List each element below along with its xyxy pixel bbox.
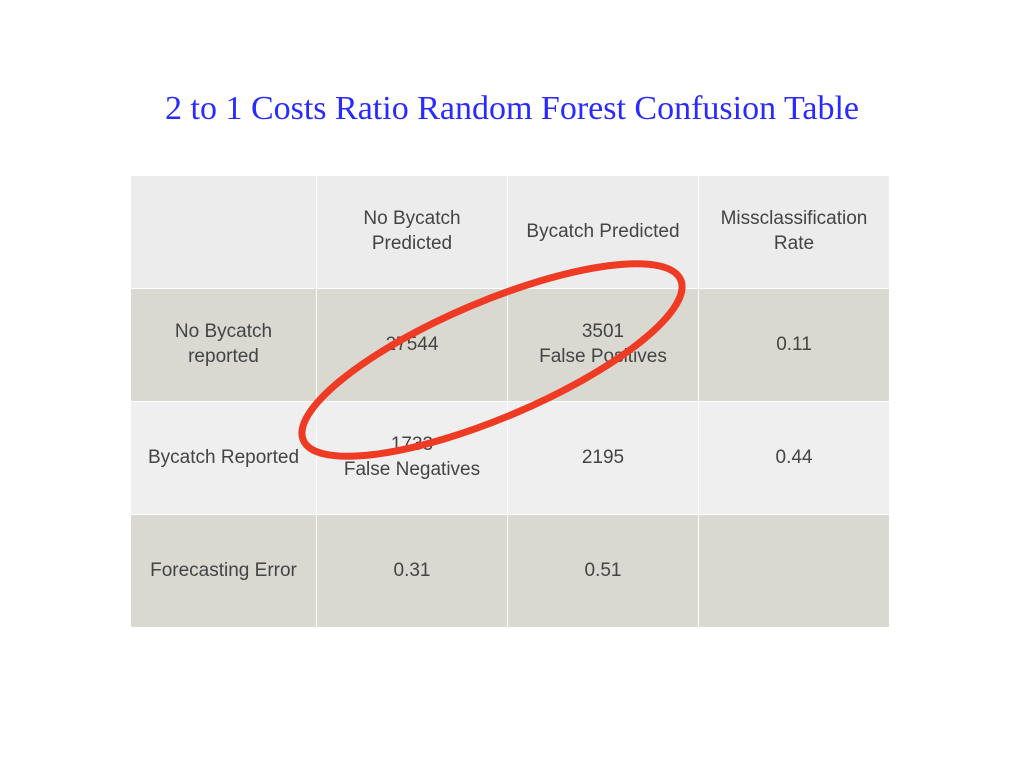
cell-false-negatives: 1733False Negatives [317, 402, 508, 515]
table-row: No Bycatch reported 27544 3501False Posi… [131, 289, 890, 402]
row-label-forecasting-error: Forecasting Error [131, 515, 317, 628]
cell-error-col2: 0.51 [508, 515, 699, 628]
row-label-no-bycatch-reported: No Bycatch reported [131, 289, 317, 402]
table-row: Bycatch Reported 1733False Negatives 219… [131, 402, 890, 515]
cell-rate-row1: 0.11 [699, 289, 890, 402]
cell-rate-row2: 0.44 [699, 402, 890, 515]
header-bycatch-predicted: Bycatch Predicted [508, 176, 699, 289]
header-misclassification-rate: Missclassification Rate [699, 176, 890, 289]
cell-false-positives: 3501False Positives [508, 289, 699, 402]
row-label-bycatch-reported: Bycatch Reported [131, 402, 317, 515]
cell-true-positives: 2195 [508, 402, 699, 515]
cell-true-negatives: 27544 [317, 289, 508, 402]
confusion-table: No Bycatch Predicted Bycatch Predicted M… [130, 175, 890, 628]
header-no-bycatch-predicted: No Bycatch Predicted [317, 176, 508, 289]
cell-error-col1: 0.31 [317, 515, 508, 628]
slide: 2 to 1 Costs Ratio Random Forest Confusi… [0, 0, 1024, 768]
header-empty [131, 176, 317, 289]
table-header-row: No Bycatch Predicted Bycatch Predicted M… [131, 176, 890, 289]
cell-error-col3 [699, 515, 890, 628]
slide-title: 2 to 1 Costs Ratio Random Forest Confusi… [0, 90, 1024, 128]
confusion-table-wrap: No Bycatch Predicted Bycatch Predicted M… [130, 175, 890, 628]
table-row: Forecasting Error 0.31 0.51 [131, 515, 890, 628]
